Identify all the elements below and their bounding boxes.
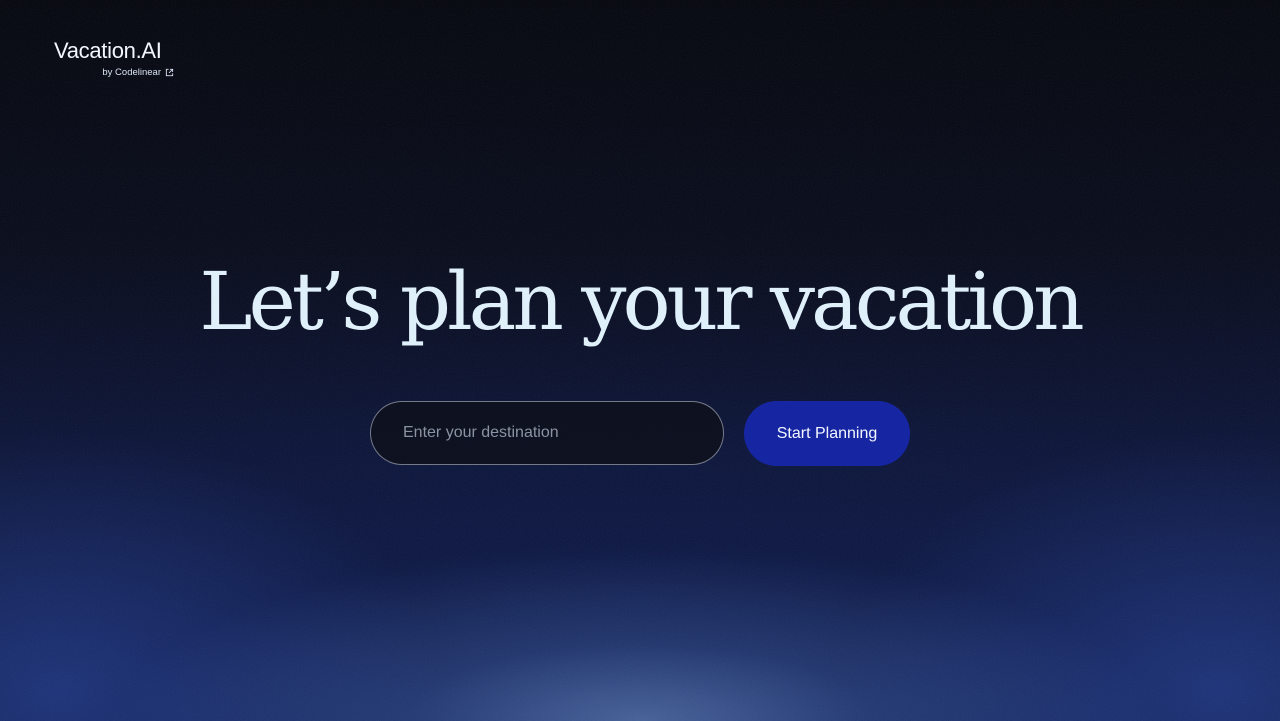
page-title: Let’s plan your vacation <box>199 255 1084 348</box>
start-planning-button[interactable]: Start Planning <box>744 401 910 466</box>
destination-input[interactable] <box>370 401 724 465</box>
background-grain <box>0 0 1280 721</box>
codelinear-link[interactable]: by Codelinear <box>54 67 174 78</box>
external-link-icon <box>165 68 174 77</box>
destination-search: Start Planning <box>370 401 910 466</box>
brand-logo: Vacation.AI by Codelinear <box>54 38 174 78</box>
brand-name: Vacation.AI <box>54 38 162 63</box>
brand-by-label: by Codelinear <box>102 67 161 78</box>
